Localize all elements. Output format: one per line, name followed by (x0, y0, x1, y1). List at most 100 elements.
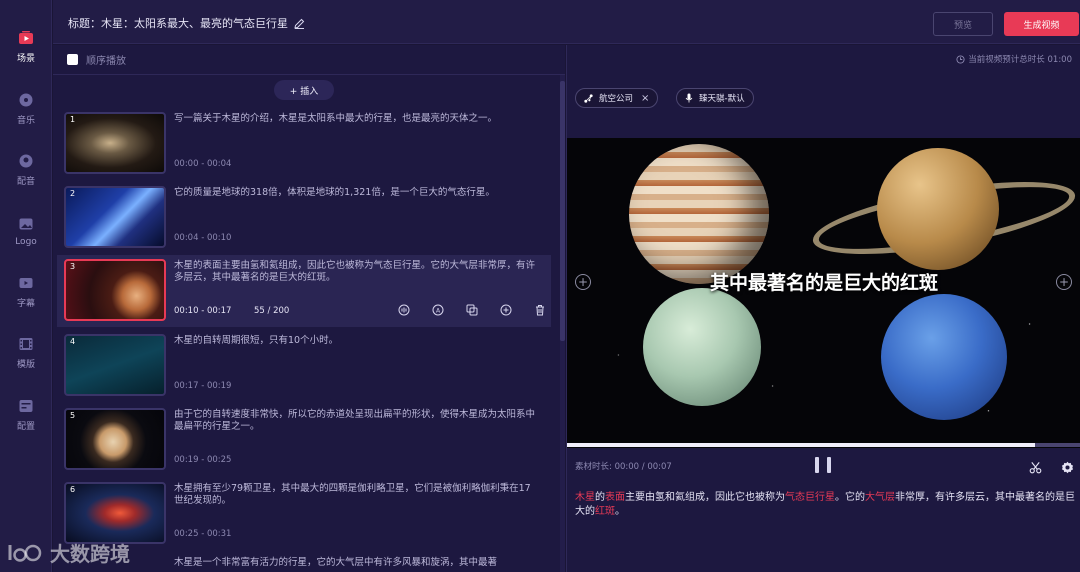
caption-segment: 。 (615, 506, 625, 517)
sequential-play-label: 顺序播放 (86, 56, 126, 67)
caption-keyword: 大气层 (865, 492, 895, 503)
svg-text:A: A (436, 308, 441, 315)
scene-text[interactable]: 由于它的自转速度非常快，所以它的赤道处呈现出扁平的形状，使得木星成为太阳系中最扁… (174, 409, 539, 433)
sidebar-item-logo[interactable]: Logo (0, 206, 52, 256)
uranus-planet-image (643, 288, 761, 406)
sidebar-item-scene[interactable]: 场景 (0, 22, 52, 72)
left-sidebar: 场景 音乐 配音 Logo 字幕 模版 配置 (0, 0, 52, 572)
scene-thumbnail: 5 (64, 408, 166, 470)
settings-gear-icon[interactable] (1059, 459, 1075, 475)
brand-logo-icon (6, 542, 46, 564)
video-title: 标题：木星：太阳系最大、最亮的气态巨行星 (68, 15, 305, 31)
film-template-icon (18, 336, 34, 352)
settings-panel-icon (18, 398, 34, 414)
caption-keyword: 红斑 (595, 506, 615, 517)
insert-scene-button[interactable]: + 插入 (274, 80, 334, 100)
voice-select-chip[interactable]: 臻天骐-默认 (676, 88, 754, 108)
scene-text[interactable]: 木星的表面主要由氢和氦组成，因此它也被称为气态巨行星。它的大气层非常厚，有许多层… (174, 260, 539, 284)
sidebar-item-config[interactable]: 配置 (0, 390, 52, 440)
music-disc-icon (18, 92, 34, 108)
scene-caption-text[interactable]: 木星的表面主要由氢和氦组成，因此它也被称为气态巨行星。它的大气层非常厚，有许多层… (575, 491, 1075, 519)
caption-keyword: 表面 (605, 492, 625, 503)
scene-list-panel: 顺序播放 + 插入 1 写一篇关于木星的介绍，木星是太阳系中最大的行星，也是最亮… (53, 45, 565, 572)
total-duration: 当前视频预计总时长 01:00 (956, 53, 1072, 65)
scene-item[interactable]: 木星是一个非常富有活力的行星，它的大气层中有许多风暴和旋涡，其中最著 (57, 552, 551, 572)
scene-time: 00:17 - 00:19 (174, 381, 232, 391)
scene-translate-icon[interactable]: A (421, 302, 455, 318)
scene-thumbnail: 1 (64, 112, 166, 174)
airline-tag-chip[interactable]: 航空公司 × (575, 88, 659, 108)
scene-text[interactable]: 木星的自转周期很短，只有10个小时。 (174, 335, 539, 347)
scene-text[interactable]: 写一篇关于木星的介绍，木星是太阳系中最大的行星，也是最亮的天体之一。 (174, 113, 539, 125)
sidebar-item-label: Logo (15, 236, 37, 247)
scene-item-active[interactable]: 3 木星的表面主要由氢和氦组成，因此它也被称为气态巨行星。它的大气层非常厚，有许… (57, 255, 551, 327)
sidebar-item-dubbing[interactable]: 配音 (0, 145, 52, 195)
add-left-icon[interactable]: + (575, 274, 591, 290)
caption-segment: 的 (595, 492, 605, 503)
playback-controls: 素材时长: 00:00 / 00:07 (567, 449, 1080, 487)
playback-progress-fill (567, 443, 1035, 447)
material-duration: 素材时长: 00:00 / 00:07 (575, 462, 672, 472)
caption-segment: 。它的 (835, 492, 865, 503)
sidebar-item-template[interactable]: 模版 (0, 328, 52, 378)
scene-number: 5 (70, 411, 76, 420)
scene-number: 2 (70, 189, 76, 198)
caption-keyword: 气态巨行星 (785, 492, 835, 503)
total-duration-text: 当前视频预计总时长 01:00 (968, 55, 1072, 65)
close-icon[interactable]: × (641, 93, 649, 104)
scene-list-scroll-thumb[interactable] (560, 81, 565, 341)
microphone-icon (685, 93, 693, 103)
edit-pencil-icon[interactable] (294, 18, 305, 29)
scene-thumbnail: 2 (64, 186, 166, 248)
scene-item[interactable]: 2 它的质量是地球的318倍，体积是地球的1,321倍，是一个巨大的气态行星。 … (57, 182, 551, 254)
sidebar-item-music[interactable]: 音乐 (0, 84, 52, 134)
scissors-icon[interactable] (1027, 459, 1043, 475)
scene-toolbar: A (387, 302, 557, 318)
scene-item[interactable]: 5 由于它的自转速度非常快，所以它的赤道处呈现出扁平的形状，使得木星成为太阳系中… (57, 404, 551, 476)
scene-item[interactable]: 1 写一篇关于木星的介绍，木星是太阳系中最大的行星，也是最亮的天体之一。 00:… (57, 108, 551, 180)
scene-thumbnail: 4 (64, 334, 166, 396)
scene-text[interactable]: 它的质量是地球的318倍，体积是地球的1,321倍，是一个巨大的气态行星。 (174, 187, 539, 199)
scene-char-count: 55 / 200 (254, 306, 290, 316)
image-icon (18, 216, 34, 232)
scene-text[interactable]: 木星拥有至少79颗卫星，其中最大的四颗是伽利略卫星，它们是被伽利略伽利秉在17世… (174, 483, 539, 507)
scene-delete-icon[interactable] (523, 302, 557, 318)
scene-time: 00:19 - 00:25 (174, 455, 232, 465)
add-right-icon[interactable]: + (1056, 274, 1072, 290)
scene-add-icon[interactable] (489, 302, 523, 318)
preview-button[interactable]: 预览 (933, 12, 993, 36)
sidebar-item-label: 场景 (16, 54, 35, 64)
preview-panel: 当前视频预计总时长 01:00 航空公司 × 臻天骐-默认 其中最著名的是巨大的… (566, 45, 1080, 572)
saturn-planet-image (877, 148, 999, 270)
video-preview[interactable]: 其中最著名的是巨大的红斑 + + (567, 138, 1080, 448)
brand-watermark-text: 大数跨境 (50, 542, 130, 566)
scene-thumbnail: 3 (64, 259, 166, 321)
scene-time: 00:25 - 00:31 (174, 529, 232, 539)
generate-video-button[interactable]: 生成视频 (1004, 12, 1079, 36)
scene-item[interactable]: 4 木星的自转周期很短，只有10个小时。 00:17 - 00:19 (57, 330, 551, 402)
scene-time: 00:10 - 00:17 (174, 306, 232, 316)
scene-replace-media-icon[interactable] (455, 302, 489, 318)
scene-audio-icon[interactable] (387, 302, 421, 318)
subtitle-icon (18, 275, 34, 291)
scene-number: 4 (70, 337, 76, 346)
sequential-play-row: 顺序播放 (53, 45, 565, 75)
neptune-planet-image (881, 294, 1007, 420)
sidebar-item-label: 音乐 (16, 116, 35, 126)
playback-progress-bar[interactable] (567, 443, 1080, 447)
scene-number: 3 (70, 262, 76, 271)
chip-label: 航空公司 (599, 94, 634, 104)
chip-label: 臻天骐-默认 (699, 94, 745, 104)
scene-item[interactable]: 6 木星拥有至少79颗卫星，其中最大的四颗是伽利略卫星，它们是被伽利略伽利秉在1… (57, 478, 551, 550)
scene-time: 00:00 - 00:04 (174, 159, 232, 169)
scene-text[interactable]: 木星是一个非常富有活力的行星，它的大气层中有许多风暴和旋涡，其中最著 (174, 557, 539, 569)
sidebar-item-label: 配置 (16, 422, 35, 432)
caption-segment: 主要由氢和氦组成，因此它也被称为 (625, 492, 785, 503)
sidebar-item-label: 配音 (16, 177, 35, 187)
scene-time: 00:04 - 00:10 (174, 233, 232, 243)
pause-button[interactable] (815, 457, 831, 475)
sequential-play-checkbox[interactable] (67, 54, 78, 65)
sidebar-item-subtitle[interactable]: 字幕 (0, 267, 52, 317)
share-node-icon (584, 93, 593, 103)
caption-keyword: 木星 (575, 492, 595, 503)
